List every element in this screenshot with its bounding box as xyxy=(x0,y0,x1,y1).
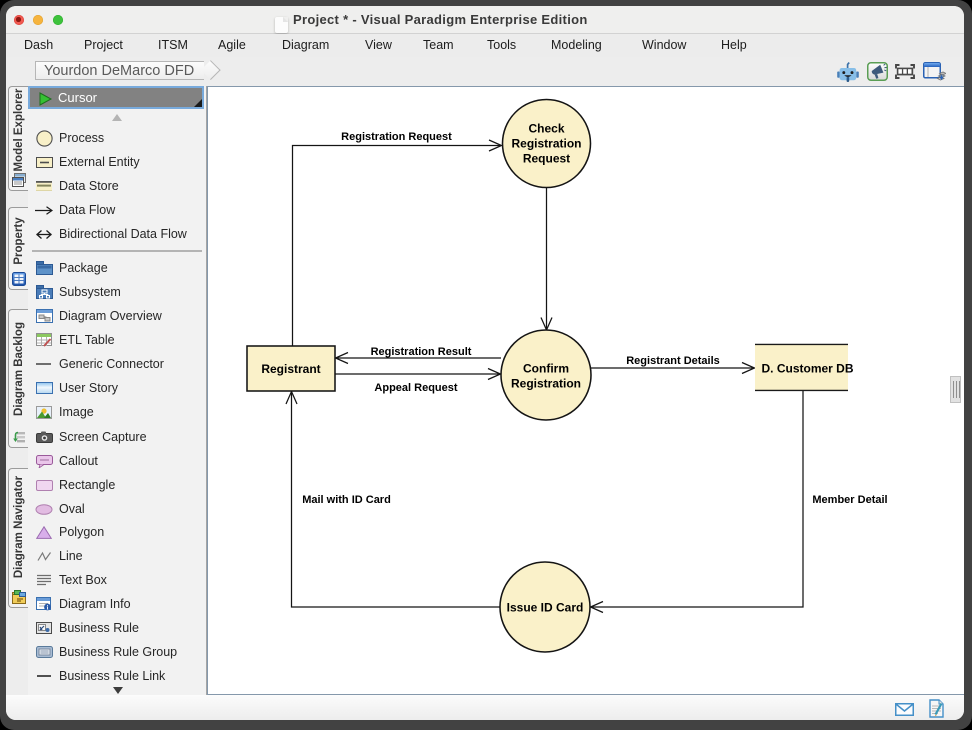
svg-text:Check: Check xyxy=(528,122,564,136)
svg-text:Confirm: Confirm xyxy=(523,361,569,375)
svg-text:Registrant: Registrant xyxy=(261,362,320,376)
svg-text:Registrant Details: Registrant Details xyxy=(626,355,720,367)
svg-text:i: i xyxy=(47,604,49,611)
svg-text:Appeal Request: Appeal Request xyxy=(374,382,457,394)
svg-text:Mail with ID Card: Mail with ID Card xyxy=(302,494,391,506)
svg-text:Request: Request xyxy=(523,152,570,166)
svg-text:D. Customer DB: D. Customer DB xyxy=(762,361,854,375)
svg-text:Registration: Registration xyxy=(511,376,581,390)
svg-text:Registration Request: Registration Request xyxy=(341,131,452,143)
svg-text:Member Detail: Member Detail xyxy=(812,494,887,506)
svg-text:Registration: Registration xyxy=(511,137,581,151)
svg-text:Registration Result: Registration Result xyxy=(371,346,472,358)
svg-text:Issue ID Card: Issue ID Card xyxy=(507,600,584,614)
